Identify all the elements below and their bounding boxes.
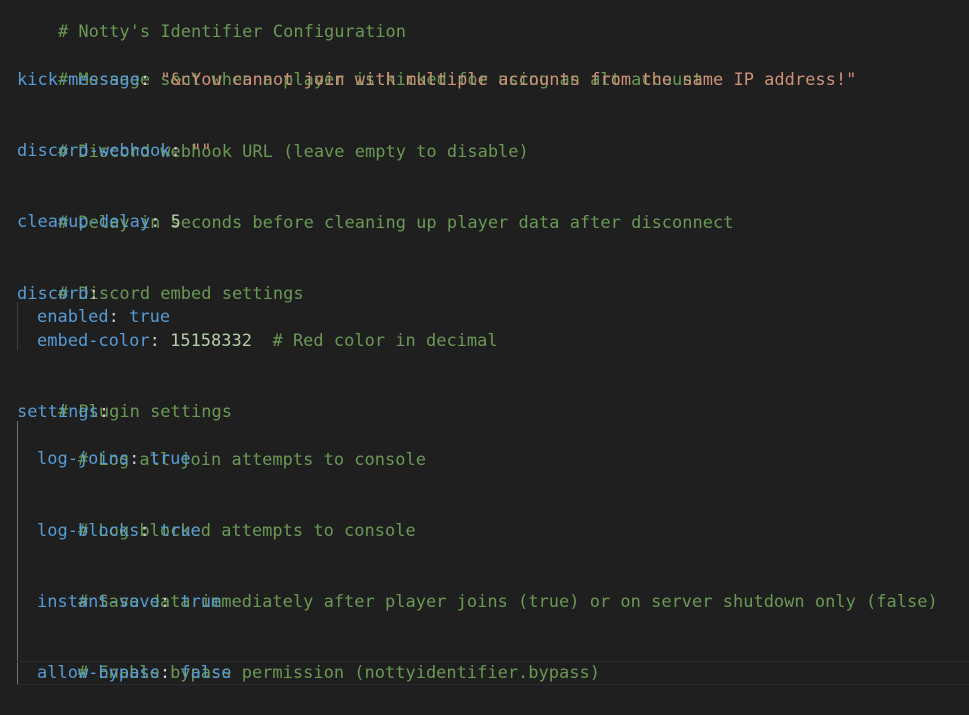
yaml-key: allow-bypass — [37, 663, 160, 683]
colon: : — [108, 307, 119, 327]
code-line-26[interactable]: instant-save: true — [37, 590, 221, 614]
string-value: "" — [191, 141, 212, 161]
colon: : — [88, 284, 99, 304]
yaml-key: cleanup-delay — [17, 212, 151, 232]
yaml-key: log-blocks — [37, 521, 140, 541]
yaml-key: settings — [17, 402, 99, 422]
code-line-17[interactable]: # Plugin settings — [17, 376, 232, 422]
code-line-20[interactable]: log-joins: true — [37, 447, 191, 471]
boolean-value: true — [159, 521, 201, 541]
code-line-10[interactable]: cleanup-delay: 5 — [17, 210, 181, 234]
yaml-key: instant-save — [37, 592, 160, 612]
colon: : — [139, 521, 150, 541]
yaml-key: discord-webhook — [17, 141, 171, 161]
code-line-7[interactable]: discord-webhook: "" — [17, 139, 212, 163]
yaml-key: embed-color — [37, 331, 150, 351]
colon: : — [98, 402, 110, 422]
colon: : — [170, 141, 181, 161]
colon: : — [159, 663, 171, 683]
yaml-key: enabled — [37, 307, 109, 327]
code-line-18[interactable]: settings: — [17, 400, 109, 424]
boolean-value: true — [129, 307, 171, 327]
code-line-1[interactable]: # Notty's Identifier Configuration — [17, 0, 406, 42]
code-line-12[interactable]: # Discord embed settings — [17, 258, 304, 304]
colon: : — [149, 331, 160, 351]
code-editor[interactable]: # Notty's Identifier Configuration # Mes… — [0, 0, 969, 715]
colon: : — [159, 592, 171, 612]
code-line-6[interactable]: # Discord webhook URL (leave empty to di… — [17, 116, 529, 162]
boolean-value: false — [180, 663, 232, 683]
code-line-19[interactable]: # Log all join attempts to console — [37, 424, 426, 470]
code-line-4[interactable]: kick-message: "&cYou cannot join with mu… — [17, 68, 856, 92]
code-line-22[interactable]: # Log blocked attempts to console — [37, 495, 416, 541]
colon: : — [139, 70, 151, 90]
code-line-25[interactable]: # Save data immediately after player joi… — [37, 566, 938, 612]
yaml-key: discord — [17, 284, 89, 304]
yaml-key: kick-message — [17, 70, 140, 90]
code-line-15[interactable]: embed-color: 15158332 # Red color in dec… — [37, 329, 498, 353]
colon: : — [150, 212, 161, 232]
comment: # Notty's Identifier Configuration — [57, 22, 406, 42]
inline-comment: # Red color in decimal — [272, 331, 498, 351]
colon: : — [129, 449, 140, 469]
code-line-3[interactable]: # Message sent when a player is kicked f… — [17, 44, 703, 90]
number-value: 15158332 — [170, 331, 252, 351]
code-line-14[interactable]: enabled: true — [37, 305, 170, 329]
code-line-9[interactable]: # Delay in seconds before cleaning up pl… — [17, 187, 734, 233]
boolean-value: true — [149, 449, 191, 469]
code-line-28[interactable]: # Enable bypass permission (nottyidentif… — [37, 637, 600, 683]
number-value: 5 — [170, 212, 181, 232]
code-line-29[interactable]: allow-bypass: false — [37, 661, 232, 685]
yaml-key: log-joins — [37, 449, 130, 469]
string-value: "&cYou cannot join with multiple account… — [160, 70, 857, 90]
indent-guide-settings — [17, 421, 18, 685]
boolean-value: true — [180, 592, 222, 612]
code-line-23[interactable]: log-blocks: true — [37, 519, 201, 543]
code-line-13[interactable]: discord: — [17, 282, 99, 306]
